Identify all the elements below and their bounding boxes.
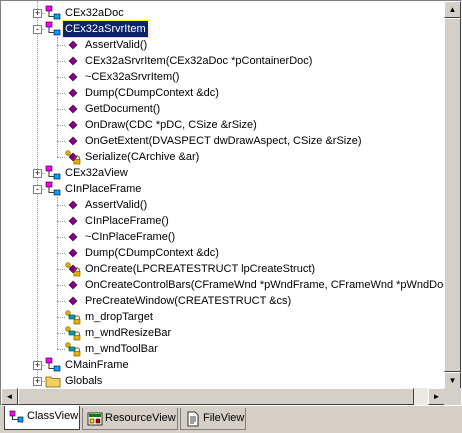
tree-item-label[interactable]: AssertValid() xyxy=(83,197,149,213)
method-icon xyxy=(68,120,78,130)
tab-fileview-label: FileView xyxy=(203,412,245,424)
tree-item-member[interactable]: OnCreate(LPCREATESTRUCT lpCreateStruct) xyxy=(1,261,445,277)
tree-item-label[interactable]: CEx32aView xyxy=(63,165,130,181)
protected-member-icon xyxy=(65,342,81,357)
method-icon xyxy=(68,232,78,242)
tree-item-member[interactable]: Serialize(CArchive &ar) xyxy=(1,149,445,165)
method-icon xyxy=(68,136,78,146)
horizontal-scrollbar[interactable]: ◄ ► xyxy=(1,388,445,405)
tab-classview[interactable]: ClassView xyxy=(4,406,80,430)
tree-item-member[interactable]: ~CInPlaceFrame() xyxy=(1,229,445,245)
method-icon xyxy=(68,104,78,114)
tree-item-label[interactable]: Serialize(CArchive &ar) xyxy=(83,149,201,165)
tree-item-member[interactable]: OnGetExtent(DVASPECT dwDrawAspect, CSize… xyxy=(1,133,445,149)
expand-button[interactable]: + xyxy=(33,361,42,370)
class-tree[interactable]: + CEx32aDoc - CEx32aSrvrItem AssertValid() CE… xyxy=(1,1,445,389)
scroll-up-button[interactable]: ▲ xyxy=(444,1,461,18)
class-icon xyxy=(45,21,61,36)
tree-item-member[interactable]: ~CEx32aSrvrItem() xyxy=(1,69,445,85)
tree-item-member[interactable]: m_wndToolBar xyxy=(1,341,445,357)
tab-classview-label: ClassView xyxy=(27,410,79,422)
tree-item-label[interactable]: Dump(CDumpContext &dc) xyxy=(83,85,221,101)
class-icon xyxy=(45,165,61,180)
method-icon xyxy=(68,88,78,98)
tree-item-class[interactable]: + Globals xyxy=(1,373,445,389)
tree-item-class[interactable]: + CMainFrame xyxy=(1,357,445,373)
tree-item-label[interactable]: CEx32aDoc xyxy=(63,5,126,21)
tree-item-class[interactable]: - CInPlaceFrame xyxy=(1,181,445,197)
scrollbar-corner xyxy=(444,388,461,405)
tree-item-label[interactable]: CInPlaceFrame() xyxy=(83,213,171,229)
tree-item-label[interactable]: PreCreateWindow(CREATESTRUCT &cs) xyxy=(83,293,293,309)
method-icon xyxy=(68,72,78,82)
expand-button[interactable]: + xyxy=(33,9,42,18)
method-icon xyxy=(68,40,78,50)
tree-item-label[interactable]: GetDocument() xyxy=(83,101,162,117)
tab-resourceview-label: ResourceView xyxy=(105,412,176,424)
view-tabs: ClassView ResourceView FileView xyxy=(0,406,462,433)
method-icon xyxy=(68,216,78,226)
collapse-button[interactable]: - xyxy=(33,25,42,34)
expand-button[interactable]: + xyxy=(33,169,42,178)
tree-item-member[interactable]: Dump(CDumpContext &dc) xyxy=(1,85,445,101)
tree-item-member[interactable]: OnCreateControlBars(CFrameWnd *pWndFrame… xyxy=(1,277,445,293)
protected-method-icon xyxy=(65,262,81,277)
tree-item-member[interactable]: CInPlaceFrame() xyxy=(1,213,445,229)
tree-item-member[interactable]: PreCreateWindow(CREATESTRUCT &cs) xyxy=(1,293,445,309)
tree-item-label[interactable]: AssertValid() xyxy=(83,37,149,53)
tree-item-class[interactable]: + CEx32aView xyxy=(1,165,445,181)
tree-item-class[interactable]: - CEx32aSrvrItem xyxy=(1,20,445,38)
tree-item-label[interactable]: OnGetExtent(DVASPECT dwDrawAspect, CSize… xyxy=(83,133,364,149)
tree-item-member[interactable]: AssertValid() xyxy=(1,37,445,53)
tree-item-label[interactable]: CEx32aSrvrItem xyxy=(62,20,149,38)
tree-item-label[interactable]: OnDraw(CDC *pDC, CSize &rSize) xyxy=(83,117,259,133)
expand-button[interactable]: + xyxy=(33,377,42,386)
class-view-panel: + CEx32aDoc - CEx32aSrvrItem AssertValid() CE… xyxy=(0,0,462,406)
class-icon xyxy=(45,181,61,196)
vertical-scrollbar[interactable]: ▲ ▼ xyxy=(444,1,461,389)
tree-item-label[interactable]: CMainFrame xyxy=(63,357,131,373)
method-icon xyxy=(68,56,78,66)
collapse-button[interactable]: - xyxy=(33,185,42,194)
scroll-left-button[interactable]: ◄ xyxy=(1,388,18,405)
protected-member-icon xyxy=(65,326,81,341)
tree-item-member[interactable]: AssertValid() xyxy=(1,197,445,213)
tree-item-label[interactable]: CEx32aSrvrItem(CEx32aDoc *pContainerDoc) xyxy=(83,53,314,69)
tree-item-member[interactable]: OnDraw(CDC *pDC, CSize &rSize) xyxy=(1,117,445,133)
class-icon xyxy=(45,357,61,372)
tab-fileview[interactable]: FileView xyxy=(180,408,246,430)
tree-item-label[interactable]: OnCreate(LPCREATESTRUCT lpCreateStruct) xyxy=(83,261,317,277)
scroll-right-button[interactable]: ► xyxy=(428,388,445,405)
method-icon xyxy=(68,248,78,258)
tree-item-label[interactable]: m_wndResizeBar xyxy=(83,325,173,341)
tree-item-label[interactable]: m_wndToolBar xyxy=(83,341,160,357)
tree-item-label[interactable]: Globals xyxy=(63,373,104,389)
classview-icon xyxy=(9,410,24,423)
scroll-down-button[interactable]: ▼ xyxy=(444,372,461,389)
tree-item-label[interactable]: CInPlaceFrame xyxy=(63,181,143,197)
fileview-icon xyxy=(187,411,199,427)
method-icon xyxy=(68,296,78,306)
tree-item-member[interactable]: m_wndResizeBar xyxy=(1,325,445,341)
class-icon xyxy=(45,5,61,20)
horizontal-scroll-thumb[interactable] xyxy=(18,388,414,405)
tab-resourceview[interactable]: ResourceView xyxy=(82,408,178,430)
tree-item-label[interactable]: Dump(CDumpContext &dc) xyxy=(83,245,221,261)
tree-item-label[interactable]: ~CInPlaceFrame() xyxy=(83,229,177,245)
tree-item-member[interactable]: GetDocument() xyxy=(1,101,445,117)
tree-item-label[interactable]: ~CEx32aSrvrItem() xyxy=(83,69,181,85)
protected-method-icon xyxy=(65,150,81,165)
protected-member-icon xyxy=(65,310,81,325)
tree-item-label[interactable]: OnCreateControlBars(CFrameWnd *pWndFrame… xyxy=(83,277,445,293)
vertical-scroll-thumb[interactable] xyxy=(444,18,461,372)
resourceview-icon xyxy=(87,412,103,426)
tree-item-label[interactable]: m_dropTarget xyxy=(83,309,155,325)
tree-item-member[interactable]: CEx32aSrvrItem(CEx32aDoc *pContainerDoc) xyxy=(1,53,445,69)
tree-item-member[interactable]: m_dropTarget xyxy=(1,309,445,325)
tree-item-member[interactable]: Dump(CDumpContext &dc) xyxy=(1,245,445,261)
method-icon xyxy=(68,200,78,210)
folder-icon xyxy=(45,376,61,388)
method-icon xyxy=(68,280,78,290)
tree-item-class[interactable]: + CEx32aDoc xyxy=(1,5,445,21)
